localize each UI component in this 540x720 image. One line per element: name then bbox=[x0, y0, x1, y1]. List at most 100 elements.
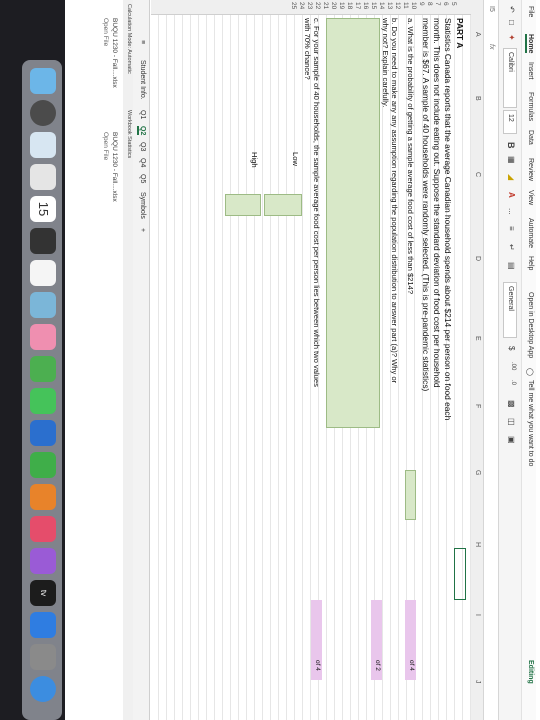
row-header[interactable]: 22 bbox=[314, 2, 321, 9]
row-header[interactable]: 24 bbox=[298, 2, 305, 9]
font-size-select[interactable]: 12 bbox=[503, 110, 517, 134]
number-format-select[interactable]: General bbox=[503, 282, 517, 338]
menu-data[interactable]: Data bbox=[527, 130, 534, 145]
tab-q1[interactable]: Q1 bbox=[139, 110, 146, 119]
wrap-text-icon[interactable]: ↵ bbox=[507, 244, 516, 251]
more-font-options[interactable]: ... bbox=[507, 208, 516, 215]
numbers-icon[interactable] bbox=[30, 452, 56, 478]
pages-icon[interactable] bbox=[30, 484, 56, 510]
row-header[interactable]: 17 bbox=[354, 2, 361, 9]
launchpad-icon[interactable] bbox=[30, 100, 56, 126]
high-answer-cell[interactable] bbox=[225, 194, 261, 216]
format-painter-icon[interactable]: ✦ bbox=[507, 34, 516, 41]
music-icon[interactable] bbox=[30, 516, 56, 542]
messages-icon[interactable] bbox=[30, 356, 56, 382]
row-header[interactable]: 21 bbox=[322, 2, 329, 9]
col-header[interactable]: H bbox=[474, 542, 481, 547]
open-file-link[interactable]: Open File bbox=[102, 132, 109, 160]
currency-button[interactable]: $ bbox=[507, 346, 516, 350]
tab-q4[interactable]: Q4 bbox=[139, 158, 146, 167]
row-header[interactable]: 5 bbox=[450, 2, 457, 6]
row-header[interactable]: 8 bbox=[426, 2, 433, 6]
font-color-icon[interactable]: A bbox=[507, 192, 516, 198]
merge-cells-icon[interactable]: ▤ bbox=[507, 262, 516, 270]
menu-insert[interactable]: Insert bbox=[527, 62, 534, 80]
format-table-icon[interactable]: ◫ bbox=[507, 418, 516, 426]
row-header[interactable]: 12 bbox=[394, 2, 401, 9]
menu-view[interactable]: View bbox=[527, 190, 534, 205]
row-header[interactable]: 9 bbox=[418, 2, 425, 6]
all-sheets-icon[interactable]: ≡ bbox=[139, 40, 146, 44]
fill-color-icon[interactable]: ◢ bbox=[507, 174, 516, 180]
borders-icon[interactable]: ▦ bbox=[507, 156, 516, 164]
row-header[interactable]: 19 bbox=[338, 2, 345, 9]
tab-student-info[interactable]: Student Info. bbox=[139, 60, 146, 100]
menu-home[interactable]: Home bbox=[525, 34, 534, 54]
reminders-icon[interactable] bbox=[30, 260, 56, 286]
editing-mode-button[interactable]: Editing bbox=[527, 660, 534, 684]
conditional-format-icon[interactable]: ▩ bbox=[507, 400, 516, 408]
increase-decimal-icon[interactable]: .00 bbox=[510, 362, 516, 370]
tell-me-search[interactable]: Tell me what you want to do bbox=[527, 380, 534, 466]
decrease-decimal-icon[interactable]: .0 bbox=[510, 380, 516, 385]
answer-cell-a[interactable] bbox=[405, 470, 416, 520]
add-sheet-button[interactable]: + bbox=[139, 228, 146, 232]
facetime-icon[interactable] bbox=[30, 388, 56, 414]
app-store-icon[interactable] bbox=[30, 612, 56, 638]
align-icon[interactable]: ≡ bbox=[507, 226, 516, 231]
notes-icon[interactable] bbox=[30, 228, 56, 254]
finder-icon[interactable] bbox=[30, 68, 56, 94]
tab-q5[interactable]: Q5 bbox=[139, 174, 146, 183]
low-answer-cell[interactable] bbox=[264, 194, 302, 216]
col-header[interactable]: B bbox=[474, 96, 481, 101]
keynote-icon[interactable] bbox=[30, 420, 56, 446]
col-header[interactable]: J bbox=[474, 680, 481, 684]
answer-box-b[interactable] bbox=[326, 18, 380, 428]
row-header[interactable]: 11 bbox=[402, 2, 409, 9]
open-file-link[interactable]: Open File bbox=[102, 18, 109, 46]
row-header[interactable]: 7 bbox=[434, 2, 441, 6]
open-desktop-app[interactable]: Open in Desktop App bbox=[527, 292, 534, 358]
cell-reference-box[interactable]: I5 bbox=[488, 6, 495, 12]
row-header[interactable]: 25 bbox=[290, 2, 297, 9]
row-header[interactable]: 18 bbox=[346, 2, 353, 9]
download-item-1[interactable]: BUQU 1230 - Fall....xlsx Open File bbox=[96, 4, 120, 104]
row-header[interactable]: 6 bbox=[442, 2, 449, 6]
safari-icon[interactable] bbox=[30, 132, 56, 158]
tab-q2[interactable]: Q2 bbox=[137, 126, 146, 136]
chrome-icon[interactable] bbox=[30, 676, 56, 702]
row-header[interactable]: 15 bbox=[370, 2, 377, 9]
menu-file[interactable]: File bbox=[527, 6, 534, 17]
download-item-2[interactable]: BUQU 1230 - Fall....xlsx Open File bbox=[96, 118, 120, 218]
workbook-statistics[interactable]: Workbook Statistics bbox=[126, 110, 132, 158]
cell-styles-icon[interactable]: ▣ bbox=[507, 436, 516, 444]
menu-help[interactable]: Help bbox=[527, 256, 534, 270]
row-header[interactable]: 13 bbox=[386, 2, 393, 9]
undo-icon[interactable]: ↶ bbox=[507, 6, 516, 13]
col-header[interactable]: A bbox=[474, 32, 481, 37]
selected-cell[interactable] bbox=[454, 548, 466, 600]
calendar-icon[interactable]: 15 bbox=[30, 196, 56, 222]
menu-review[interactable]: Review bbox=[527, 158, 534, 181]
font-name-select[interactable]: Calibri bbox=[503, 48, 517, 108]
podcasts-icon[interactable] bbox=[30, 548, 56, 574]
maps-icon[interactable] bbox=[30, 292, 56, 318]
system-preferences-icon[interactable] bbox=[30, 644, 56, 670]
apple-tv-icon[interactable]: tv bbox=[30, 580, 56, 606]
col-header[interactable]: G bbox=[474, 470, 481, 475]
tab-symbols[interactable]: Symbols bbox=[139, 192, 146, 219]
col-header[interactable]: E bbox=[474, 336, 481, 341]
row-header[interactable]: 23 bbox=[306, 2, 313, 9]
photos-app-icon[interactable] bbox=[30, 324, 56, 350]
menu-formulas[interactable]: Formulas bbox=[527, 92, 534, 121]
photos-icon[interactable] bbox=[30, 164, 56, 190]
clipboard-icon[interactable]: □ bbox=[507, 20, 516, 25]
row-header[interactable]: 10 bbox=[410, 2, 417, 9]
row-header[interactable]: 16 bbox=[362, 2, 369, 9]
menu-automate[interactable]: Automate bbox=[527, 218, 534, 248]
col-header[interactable]: C bbox=[474, 172, 481, 177]
col-header[interactable]: I bbox=[474, 614, 481, 616]
tab-q3[interactable]: Q3 bbox=[139, 142, 146, 151]
row-header[interactable]: 20 bbox=[330, 2, 337, 9]
bold-button[interactable]: B bbox=[506, 142, 516, 149]
